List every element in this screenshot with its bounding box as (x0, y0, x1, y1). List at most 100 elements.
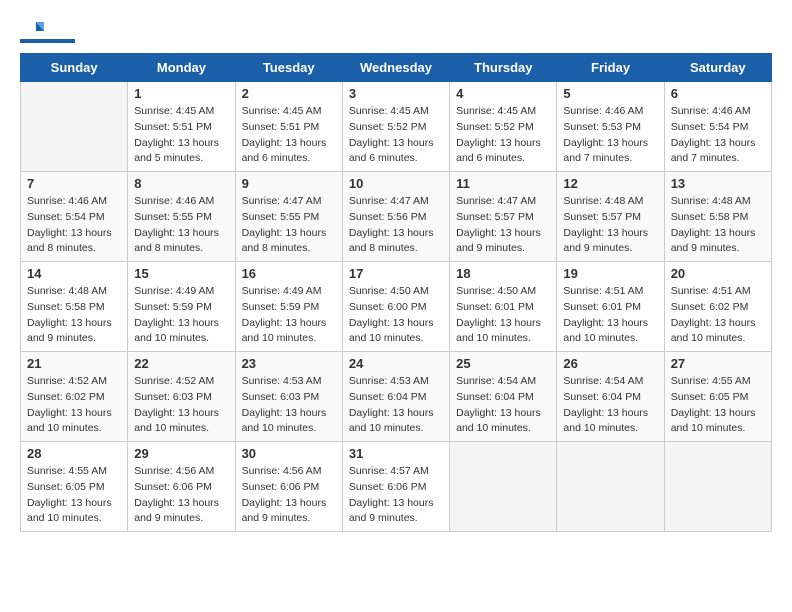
calendar-cell (664, 442, 771, 532)
logo-underline (20, 39, 75, 43)
day-info: Sunrise: 4:45 AM Sunset: 5:51 PM Dayligh… (134, 104, 228, 167)
calendar-week-row: 7 Sunrise: 4:46 AM Sunset: 5:54 PM Daylig… (21, 172, 772, 262)
day-number: 30 (242, 446, 336, 461)
calendar-cell: 28Sunrise: 4:55 AM Sunset: 6:05 PM Dayli… (21, 442, 128, 532)
day-number: 16 (242, 266, 336, 281)
calendar-cell: 26 Sunrise: 4:54 AM Sunset: 6:04 PM Dayli… (557, 352, 664, 442)
day-info: Sunrise: 4:51 AM Sunset: 6:01 PM Dayligh… (563, 284, 657, 347)
day-number: 21 (27, 356, 121, 371)
calendar-cell: 13 Sunrise: 4:48 AM Sunset: 5:58 PM Dayli… (664, 172, 771, 262)
calendar-cell: 17Sunrise: 4:50 AM Sunset: 6:00 PM Dayli… (342, 262, 449, 352)
calendar-cell (450, 442, 557, 532)
day-info: Sunrise: 4:45 AM Sunset: 5:52 PM Dayligh… (456, 104, 550, 167)
day-number: 12 (563, 176, 657, 191)
day-number: 9 (242, 176, 336, 191)
calendar-cell: 30Sunrise: 4:56 AM Sunset: 6:06 PM Dayli… (235, 442, 342, 532)
day-info: Sunrise: 4:45 AM Sunset: 5:52 PM Dayligh… (349, 104, 443, 167)
calendar-week-row: 1 Sunrise: 4:45 AM Sunset: 5:51 PM Daylig… (21, 82, 772, 172)
day-number: 18 (456, 266, 550, 281)
calendar-cell: 21 Sunrise: 4:52 AM Sunset: 6:02 PM Dayli… (21, 352, 128, 442)
day-number: 22 (134, 356, 228, 371)
day-info: Sunrise: 4:55 AM Sunset: 6:05 PM Dayligh… (671, 374, 765, 437)
day-info: Sunrise: 4:46 AM Sunset: 5:54 PM Dayligh… (671, 104, 765, 167)
calendar-cell: 6Sunrise: 4:46 AM Sunset: 5:54 PM Daylig… (664, 82, 771, 172)
calendar-cell: 27 Sunrise: 4:55 AM Sunset: 6:05 PM Dayli… (664, 352, 771, 442)
calendar-cell: 29 Sunrise: 4:56 AM Sunset: 6:06 PM Dayli… (128, 442, 235, 532)
day-number: 24 (349, 356, 443, 371)
calendar-cell: 15 Sunrise: 4:49 AM Sunset: 5:59 PM Dayli… (128, 262, 235, 352)
day-info: Sunrise: 4:46 AM Sunset: 5:53 PM Dayligh… (563, 104, 657, 167)
weekday-header-wednesday: Wednesday (342, 54, 449, 82)
calendar-cell: 12 Sunrise: 4:48 AM Sunset: 5:57 PM Dayli… (557, 172, 664, 262)
day-number: 7 (27, 176, 121, 191)
calendar-cell: 31 Sunrise: 4:57 AM Sunset: 6:06 PM Dayli… (342, 442, 449, 532)
day-number: 15 (134, 266, 228, 281)
day-info: Sunrise: 4:52 AM Sunset: 6:02 PM Dayligh… (27, 374, 121, 437)
calendar-cell: 20 Sunrise: 4:51 AM Sunset: 6:02 PM Dayli… (664, 262, 771, 352)
calendar-table: SundayMondayTuesdayWednesdayThursdayFrid… (20, 53, 772, 532)
day-info: Sunrise: 4:50 AM Sunset: 6:01 PM Dayligh… (456, 284, 550, 347)
weekday-header-monday: Monday (128, 54, 235, 82)
day-number: 26 (563, 356, 657, 371)
day-info: Sunrise: 4:53 AM Sunset: 6:04 PM Dayligh… (349, 374, 443, 437)
day-info: Sunrise: 4:47 AM Sunset: 5:56 PM Dayligh… (349, 194, 443, 257)
calendar-cell: 7 Sunrise: 4:46 AM Sunset: 5:54 PM Daylig… (21, 172, 128, 262)
calendar-cell: 18 Sunrise: 4:50 AM Sunset: 6:01 PM Dayli… (450, 262, 557, 352)
day-info: Sunrise: 4:51 AM Sunset: 6:02 PM Dayligh… (671, 284, 765, 347)
calendar-cell: 1 Sunrise: 4:45 AM Sunset: 5:51 PM Daylig… (128, 82, 235, 172)
day-info: Sunrise: 4:53 AM Sunset: 6:03 PM Dayligh… (242, 374, 336, 437)
calendar-cell: 25 Sunrise: 4:54 AM Sunset: 6:04 PM Dayli… (450, 352, 557, 442)
weekday-header-friday: Friday (557, 54, 664, 82)
calendar-week-row: 28Sunrise: 4:55 AM Sunset: 6:05 PM Dayli… (21, 442, 772, 532)
weekday-header-saturday: Saturday (664, 54, 771, 82)
day-number: 4 (456, 86, 550, 101)
day-info: Sunrise: 4:57 AM Sunset: 6:06 PM Dayligh… (349, 464, 443, 527)
calendar-cell (557, 442, 664, 532)
calendar-cell: 9Sunrise: 4:47 AM Sunset: 5:55 PM Daylig… (235, 172, 342, 262)
day-info: Sunrise: 4:54 AM Sunset: 6:04 PM Dayligh… (563, 374, 657, 437)
weekday-header-thursday: Thursday (450, 54, 557, 82)
calendar-cell: 22 Sunrise: 4:52 AM Sunset: 6:03 PM Dayli… (128, 352, 235, 442)
calendar-cell: 14Sunrise: 4:48 AM Sunset: 5:58 PM Dayli… (21, 262, 128, 352)
day-info: Sunrise: 4:48 AM Sunset: 5:58 PM Dayligh… (671, 194, 765, 257)
day-number: 27 (671, 356, 765, 371)
day-info: Sunrise: 4:49 AM Sunset: 5:59 PM Dayligh… (134, 284, 228, 347)
calendar-cell: 5 Sunrise: 4:46 AM Sunset: 5:53 PM Daylig… (557, 82, 664, 172)
calendar-week-row: 14Sunrise: 4:48 AM Sunset: 5:58 PM Dayli… (21, 262, 772, 352)
calendar-cell: 3 Sunrise: 4:45 AM Sunset: 5:52 PM Daylig… (342, 82, 449, 172)
day-number: 5 (563, 86, 657, 101)
day-number: 29 (134, 446, 228, 461)
calendar-cell: 10 Sunrise: 4:47 AM Sunset: 5:56 PM Dayli… (342, 172, 449, 262)
calendar-cell: 2Sunrise: 4:45 AM Sunset: 5:51 PM Daylig… (235, 82, 342, 172)
day-number: 3 (349, 86, 443, 101)
calendar-cell: 4 Sunrise: 4:45 AM Sunset: 5:52 PM Daylig… (450, 82, 557, 172)
calendar-cell: 8 Sunrise: 4:46 AM Sunset: 5:55 PM Daylig… (128, 172, 235, 262)
day-info: Sunrise: 4:46 AM Sunset: 5:55 PM Dayligh… (134, 194, 228, 257)
day-number: 8 (134, 176, 228, 191)
calendar-cell: 24 Sunrise: 4:53 AM Sunset: 6:04 PM Dayli… (342, 352, 449, 442)
calendar-cell (21, 82, 128, 172)
day-number: 2 (242, 86, 336, 101)
day-info: Sunrise: 4:48 AM Sunset: 5:58 PM Dayligh… (27, 284, 121, 347)
day-info: Sunrise: 4:56 AM Sunset: 6:06 PM Dayligh… (134, 464, 228, 527)
day-number: 23 (242, 356, 336, 371)
logo (20, 20, 75, 43)
day-info: Sunrise: 4:47 AM Sunset: 5:57 PM Dayligh… (456, 194, 550, 257)
day-info: Sunrise: 4:48 AM Sunset: 5:57 PM Dayligh… (563, 194, 657, 257)
day-info: Sunrise: 4:52 AM Sunset: 6:03 PM Dayligh… (134, 374, 228, 437)
weekday-header-sunday: Sunday (21, 54, 128, 82)
day-number: 31 (349, 446, 443, 461)
day-info: Sunrise: 4:46 AM Sunset: 5:54 PM Dayligh… (27, 194, 121, 257)
weekday-header-row: SundayMondayTuesdayWednesdayThursdayFrid… (21, 54, 772, 82)
weekday-header-tuesday: Tuesday (235, 54, 342, 82)
day-number: 20 (671, 266, 765, 281)
day-number: 10 (349, 176, 443, 191)
day-info: Sunrise: 4:55 AM Sunset: 6:05 PM Dayligh… (27, 464, 121, 527)
day-number: 25 (456, 356, 550, 371)
day-number: 1 (134, 86, 228, 101)
day-number: 13 (671, 176, 765, 191)
page-header (20, 20, 772, 43)
day-info: Sunrise: 4:49 AM Sunset: 5:59 PM Dayligh… (242, 284, 336, 347)
day-info: Sunrise: 4:54 AM Sunset: 6:04 PM Dayligh… (456, 374, 550, 437)
calendar-cell: 19Sunrise: 4:51 AM Sunset: 6:01 PM Dayli… (557, 262, 664, 352)
